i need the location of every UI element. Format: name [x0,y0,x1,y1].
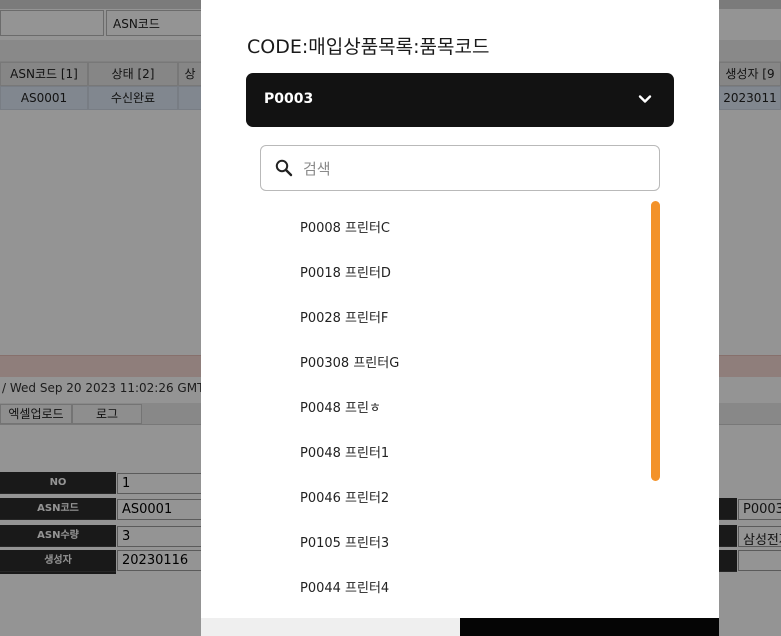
code-picker-modal: CODE:매입상품목록:품목코드 P0003 P0008 프린터C P0018 … [201,0,719,636]
option-item[interactable]: P0028 프린터F [300,307,388,326]
select-current-value: P0003 [264,91,314,107]
option-item[interactable]: P0044 프린터4 [300,577,389,596]
confirm-button[interactable] [460,618,719,636]
option-item[interactable]: P0105 프린터3 [300,532,389,551]
modal-title: CODE:매입상품목록:품목코드 [247,36,490,58]
search-box[interactable] [260,145,660,191]
option-item[interactable]: P0018 프린터D [300,262,391,281]
cancel-button[interactable] [201,618,460,636]
search-input[interactable] [301,156,645,182]
option-item[interactable]: P0046 프린터2 [300,487,389,506]
option-list[interactable]: P0008 프린터C P0018 프린터D P0028 프린터F P00308 … [201,201,719,611]
search-icon [275,159,293,177]
option-item[interactable]: P0008 프린터C [300,217,390,236]
option-item[interactable]: P0048 프린ㅎ [300,397,381,416]
option-item[interactable]: P0048 프린터1 [300,442,389,461]
item-code-select[interactable]: P0003 [246,73,674,127]
option-item[interactable]: P00308 프린터G [300,352,399,371]
option-list-scrollbar[interactable] [651,201,660,481]
chevron-down-icon [636,90,654,108]
